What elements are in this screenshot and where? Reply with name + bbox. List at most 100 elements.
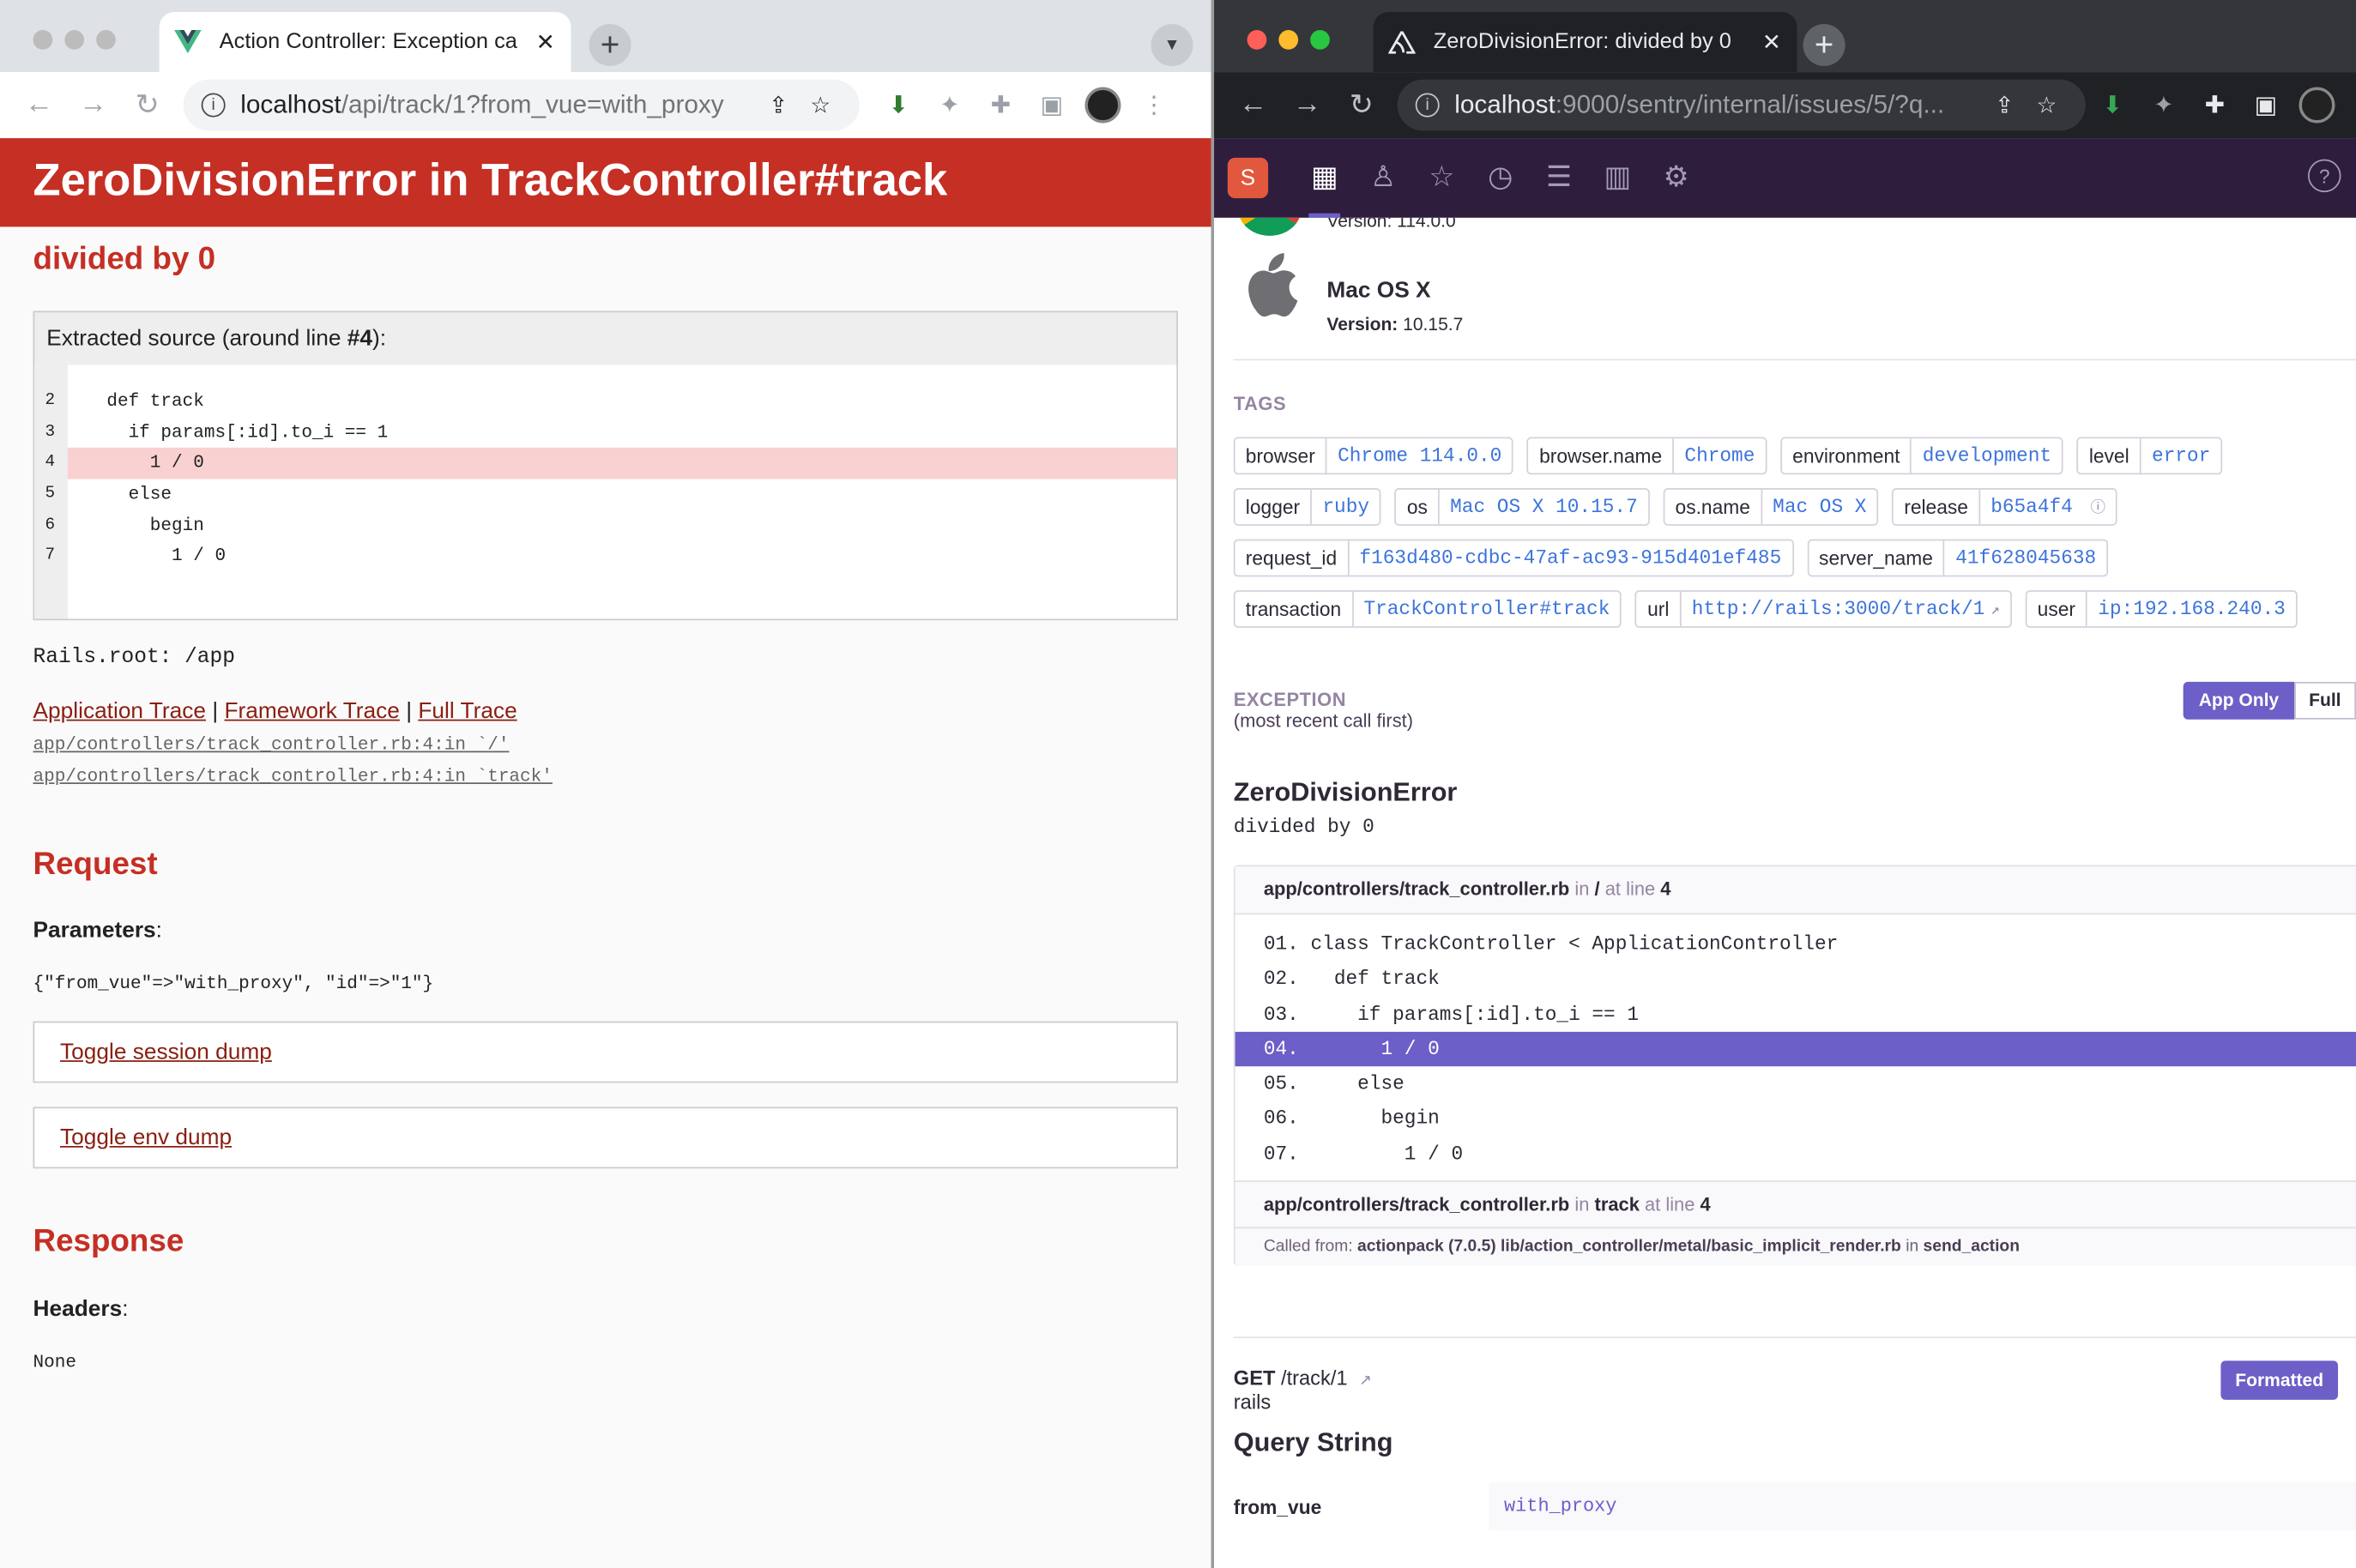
bookmark-star-icon[interactable]: ☆ (2026, 92, 2068, 119)
clock-icon[interactable]: ◷ (1471, 138, 1530, 218)
tag-environment[interactable]: environment development (1780, 437, 2064, 475)
context-line: 01. class TrackController < ApplicationC… (1263, 932, 1839, 956)
tag-browser-name[interactable]: browser.name Chrome (1527, 437, 1767, 475)
toggle-env-dump-link[interactable]: Toggle env dump (60, 1125, 232, 1150)
back-arrow-icon[interactable]: ← (1226, 88, 1280, 122)
user-icon[interactable]: ♙ (1354, 138, 1412, 218)
formatted-button[interactable]: Formatted (2220, 1360, 2338, 1400)
bookmark-star-icon[interactable]: ☆ (800, 92, 842, 119)
full-button[interactable]: Full (2293, 681, 2356, 720)
os-version: Version: 10.15.7 (1326, 313, 1464, 335)
divider (1233, 359, 2356, 361)
trace-line[interactable]: app/controllers/track_controller.rb:4:in… (33, 734, 510, 756)
trace-line[interactable]: app/controllers/track_controller.rb:4:in… (33, 766, 553, 787)
apple-logo-icon (1240, 250, 1300, 332)
reload-icon[interactable]: ↻ (120, 87, 174, 122)
app-only-button[interactable]: App Only (2184, 681, 2294, 720)
tag-request-id[interactable]: request_id f163d480-cdbc-47af-ac93-915d40… (1233, 539, 1794, 577)
help-icon[interactable]: ? (2307, 159, 2341, 193)
context-line: 06. begin (1263, 1107, 1440, 1131)
address-bar[interactable]: i localhost:9000/sentry/internal/issues/… (1397, 79, 2086, 131)
site-info-icon[interactable]: i (201, 93, 226, 118)
extension-icon[interactable]: ✦ (932, 87, 968, 124)
menu-kebab-icon[interactable]: ⋮ (1136, 87, 1172, 124)
address-bar[interactable]: i localhost/api/track/1?from_vue=with_pr… (183, 79, 860, 131)
left-browser-window: Action Controller: Exception ca ✕ + ▼ ← … (0, 0, 1211, 1568)
close-window-button[interactable] (33, 30, 53, 50)
minimize-window-button[interactable] (1278, 30, 1299, 50)
called-from: Called from: actionpack (7.0.5) lib/acti… (1235, 1228, 2356, 1267)
profile-avatar[interactable] (2299, 87, 2335, 124)
minimize-window-button[interactable] (64, 30, 85, 50)
exception-value: divided by 0 (1233, 815, 1374, 839)
profile-avatar[interactable] (1084, 87, 1121, 124)
stack-frame: app/controllers/track_controller.rb in /… (1233, 865, 2356, 1267)
tab-search-chevron-icon[interactable]: ▼ (1151, 24, 1193, 67)
tag-url[interactable]: url http://rails:3000/track/1 ↗ (1635, 590, 2012, 628)
highlighted-code-line: 4 1 / 0 (45, 448, 1177, 479)
code-line: 3 if params[:id].to_i == 1 (45, 421, 389, 443)
stats-icon[interactable]: ▥ (1588, 138, 1646, 218)
frame-header[interactable]: app/controllers/track_controller.rb in /… (1235, 866, 2356, 915)
list-icon[interactable]: ☰ (1530, 138, 1588, 218)
forward-arrow-icon[interactable]: → (66, 88, 120, 122)
sentry-top-nav: S ▦ ♙ ☆ ◷ ☰ ▥ ⚙ ? (1214, 138, 2356, 218)
close-tab-icon[interactable]: ✕ (1761, 28, 1783, 56)
share-icon[interactable]: ⇪ (758, 92, 800, 119)
tag-logger[interactable]: logger ruby (1233, 488, 1382, 526)
tag-row: browser Chrome 114.0.0 browser.name Chrome… (1233, 437, 2346, 475)
back-arrow-icon[interactable]: ← (12, 88, 66, 122)
maximize-window-button[interactable] (96, 30, 116, 50)
download-icon[interactable]: ⬇ (880, 87, 916, 124)
reload-icon[interactable]: ↻ (1334, 87, 1388, 122)
org-avatar[interactable]: S (1227, 157, 1269, 199)
os-name: Mac OS X (1326, 277, 1431, 304)
close-window-button[interactable] (1247, 30, 1267, 50)
full-trace-link[interactable]: Full Trace (418, 698, 517, 724)
context-line: 02. def track (1263, 968, 1440, 991)
puzzle-icon[interactable]: ✚ (2196, 87, 2232, 124)
code-line: 5 else (45, 483, 172, 505)
window-controls (1247, 30, 1330, 50)
query-key: from_vue (1233, 1495, 1322, 1518)
settings-gear-icon[interactable]: ⚙ (1646, 138, 1705, 218)
site-info-icon[interactable]: i (1415, 93, 1440, 118)
tag-server-name[interactable]: server_name 41f628045638 (1807, 539, 2109, 577)
new-tab-button[interactable]: + (1803, 24, 1846, 67)
tag-browser[interactable]: browser Chrome 114.0.0 (1233, 437, 1514, 475)
tag-transaction[interactable]: transaction TrackController#track (1233, 590, 1622, 628)
forward-arrow-icon[interactable]: → (1280, 88, 1334, 122)
tag-user[interactable]: user ip:192.168.240.3 (2025, 590, 2298, 628)
rails-error-page: ZeroDivisionError in TrackController#tra… (0, 138, 1211, 1568)
browser-tab[interactable]: Action Controller: Exception ca ✕ (159, 12, 571, 73)
share-icon[interactable]: ⇪ (1984, 92, 2026, 119)
extension-icon[interactable]: ✦ (2146, 87, 2182, 124)
trace-separator: | (406, 698, 413, 724)
maximize-window-button[interactable] (1310, 30, 1330, 50)
external-link-icon[interactable]: ↗ (1991, 604, 2000, 620)
tag-release[interactable]: release b65a4f4 ⓘ (1892, 488, 2118, 526)
code-line: 6 begin (45, 515, 204, 536)
context-line: 03. if params[:id].to_i == 1 (1263, 1002, 1640, 1026)
issues-icon[interactable]: ▦ (1296, 138, 1354, 218)
tag-level[interactable]: level error (2076, 437, 2223, 475)
download-icon[interactable]: ⬇ (2094, 87, 2130, 124)
toggle-session-dump-link[interactable]: Toggle session dump (60, 1040, 272, 1065)
side-panel-icon[interactable]: ▣ (2248, 87, 2284, 124)
info-icon[interactable]: ⓘ (2091, 502, 2106, 518)
external-link-icon[interactable]: ↗ (1359, 1372, 1372, 1389)
framework-trace-link[interactable]: Framework Trace (225, 698, 400, 724)
application-trace-link[interactable]: Application Trace (33, 698, 207, 724)
new-tab-button[interactable]: + (589, 24, 631, 67)
frame-header[interactable]: app/controllers/track_controller.rb in t… (1235, 1180, 2356, 1229)
puzzle-icon[interactable]: ✚ (982, 87, 1018, 124)
side-panel-icon[interactable]: ▣ (1034, 87, 1070, 124)
close-tab-icon[interactable]: ✕ (535, 28, 556, 56)
browser-toolbar: ← → ↻ i localhost/api/track/1?from_vue=w… (0, 72, 1211, 139)
browser-tab[interactable]: ZeroDivisionError: divided by 0 ✕ (1373, 12, 1797, 73)
star-icon[interactable]: ☆ (1412, 138, 1471, 218)
tag-row: request_id f163d480-cdbc-47af-ac93-915d40… (1233, 539, 2346, 577)
request-line: GET /track/1 ↗ (1233, 1366, 1372, 1390)
tag-os[interactable]: os Mac OS X 10.15.7 (1394, 488, 1650, 526)
tag-os-name[interactable]: os.name Mac OS X (1663, 488, 1879, 526)
